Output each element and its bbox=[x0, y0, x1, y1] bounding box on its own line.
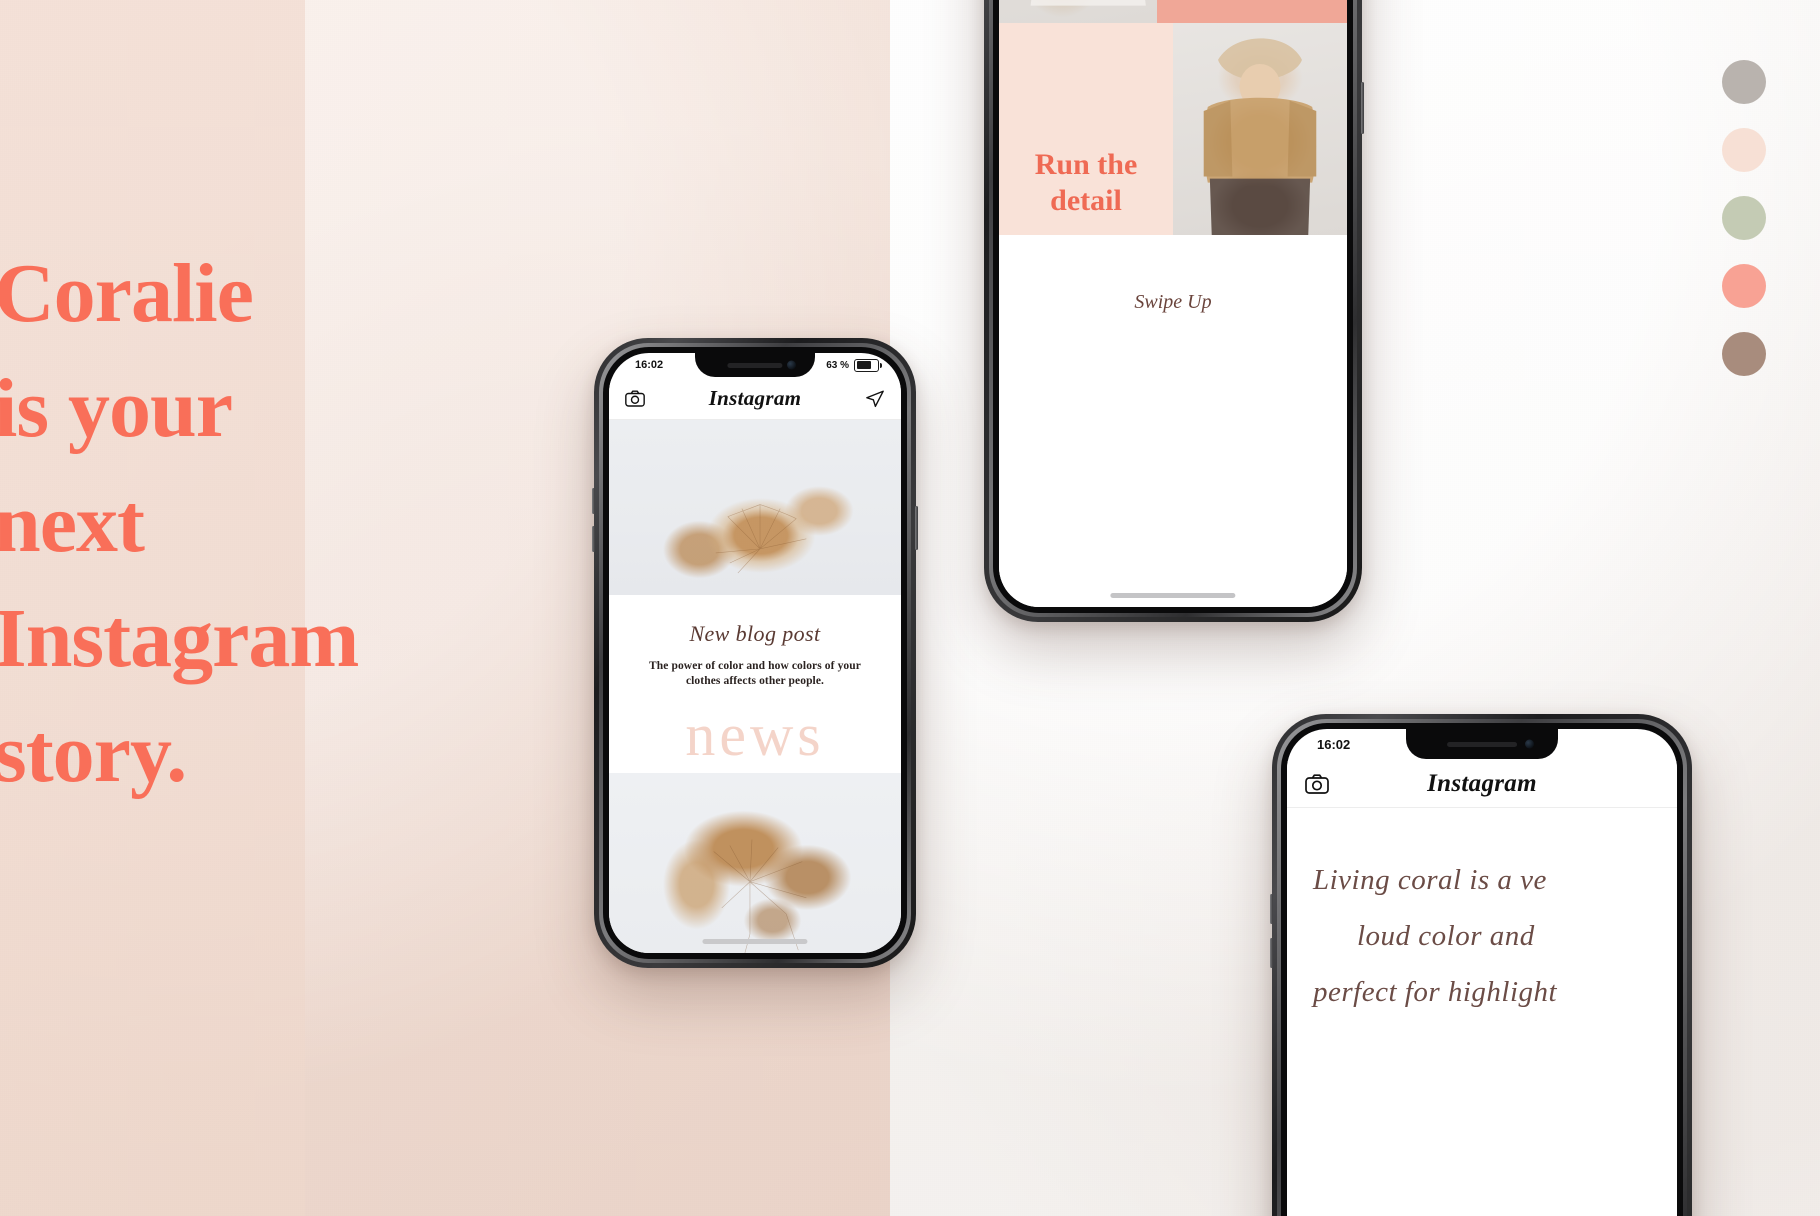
swatch-taupe[interactable] bbox=[1722, 332, 1766, 376]
model-coat-silhouette bbox=[1203, 38, 1317, 235]
page-title: Coralie is your next Instagram story. bbox=[0, 236, 534, 811]
bottom-earpiece-speaker bbox=[1447, 742, 1517, 747]
story-phone-screen: To create something exceptional, your mi… bbox=[999, 0, 1347, 607]
camera-icon[interactable] bbox=[625, 390, 645, 408]
model-silhouette bbox=[1030, 0, 1146, 6]
bottom-volume-up-button[interactable] bbox=[1270, 894, 1273, 924]
bottom-phone-mockup: 16:02 Instagram Living coral is a ve lou… bbox=[1270, 714, 1692, 1216]
home-indicator[interactable] bbox=[702, 939, 808, 944]
volume-down-button[interactable] bbox=[592, 526, 595, 552]
front-camera-icon bbox=[786, 360, 796, 370]
story-quote-panel: To create something exceptional, your mi… bbox=[1157, 0, 1347, 23]
earpiece-speaker bbox=[727, 363, 783, 368]
post-script-title: New blog post bbox=[689, 620, 821, 646]
feed-photo-dried-flower-bottom bbox=[609, 773, 901, 953]
story-heading-line-1: Run the bbox=[1034, 148, 1138, 181]
story-second-photo bbox=[1173, 23, 1347, 235]
instagram-story-layout: To create something exceptional, your mi… bbox=[999, 0, 1347, 607]
swatch-blush-cream[interactable] bbox=[1722, 128, 1766, 172]
headline-line-2: is your bbox=[0, 362, 233, 455]
bottom-text-line-2: loud color and bbox=[1357, 920, 1535, 952]
bottom-phone-screen: 16:02 Instagram Living coral is a ve lou… bbox=[1287, 729, 1677, 1216]
color-palette bbox=[1722, 60, 1766, 376]
battery-percent-label: 63 % bbox=[826, 359, 849, 371]
bottom-instagram-wordmark: Instagram bbox=[1427, 770, 1537, 797]
headline-line-3: next bbox=[0, 477, 145, 570]
bottom-instagram-app-header: Instagram bbox=[1287, 761, 1677, 808]
power-button[interactable] bbox=[915, 506, 918, 550]
story-home-indicator[interactable] bbox=[1110, 593, 1236, 598]
bottom-volume-down-button[interactable] bbox=[1270, 938, 1273, 968]
headline-line-4: Instagram bbox=[0, 592, 359, 685]
feed-photo-dried-flower-top bbox=[609, 419, 901, 595]
center-phone-mockup: 16:02 63 % Instagram New blog post The p… bbox=[592, 338, 918, 968]
story-heading-line-2: detail bbox=[1050, 184, 1122, 217]
bottom-status-time: 16:02 bbox=[1317, 736, 1351, 752]
post-body-text: The power of color and how colors of you… bbox=[649, 659, 861, 687]
bottom-phone-notch bbox=[1406, 729, 1558, 759]
story-model-photo bbox=[999, 0, 1157, 23]
instagram-app-header: Instagram bbox=[609, 379, 901, 420]
swatch-living-coral[interactable] bbox=[1722, 264, 1766, 308]
bottom-text-line-1: Living coral is a ve bbox=[1313, 864, 1547, 896]
bottom-front-camera-icon bbox=[1524, 739, 1534, 749]
flower-vein-detail bbox=[715, 504, 807, 574]
swatch-sage[interactable] bbox=[1722, 196, 1766, 240]
swatch-warm-grey[interactable] bbox=[1722, 60, 1766, 104]
story-swipe-area[interactable]: Swipe Up bbox=[999, 235, 1347, 607]
status-time: 16:02 bbox=[635, 359, 664, 371]
center-phone-notch bbox=[695, 353, 815, 377]
volume-up-button[interactable] bbox=[592, 488, 595, 514]
story-heading-panel: Run the detail bbox=[999, 23, 1173, 235]
camera-icon[interactable] bbox=[1305, 774, 1329, 794]
swipe-up-label: Swipe Up bbox=[1134, 291, 1212, 313]
story-heading: Run the detail bbox=[999, 147, 1173, 235]
story-power-button[interactable] bbox=[1361, 82, 1364, 134]
bottom-post-text: Living coral is a ve loud color and perf… bbox=[1287, 808, 1677, 1020]
battery-icon bbox=[854, 358, 882, 372]
bottom-text-line-3: perfect for highlight bbox=[1313, 976, 1558, 1008]
poster-canvas: Coralie is your next Instagram story. 16… bbox=[0, 0, 1820, 1216]
story-row-top: To create something exceptional, your mi… bbox=[999, 0, 1347, 23]
headline-line-5: story. bbox=[0, 707, 187, 800]
story-phone-mockup: To create something exceptional, your mi… bbox=[984, 0, 1364, 622]
status-right-cluster: 63 % bbox=[826, 358, 901, 372]
instagram-wordmark: Instagram bbox=[708, 386, 802, 411]
feed-post-card: New blog post The power of color and how… bbox=[609, 594, 901, 774]
send-icon[interactable] bbox=[865, 390, 885, 408]
center-phone-screen: 16:02 63 % Instagram New blog post The p… bbox=[609, 353, 901, 953]
headline-line-1: Coralie bbox=[0, 247, 254, 340]
story-row-middle: Run the detail bbox=[999, 23, 1347, 235]
flower-vein-detail-2 bbox=[713, 839, 807, 953]
post-feature-word: news bbox=[685, 702, 825, 769]
